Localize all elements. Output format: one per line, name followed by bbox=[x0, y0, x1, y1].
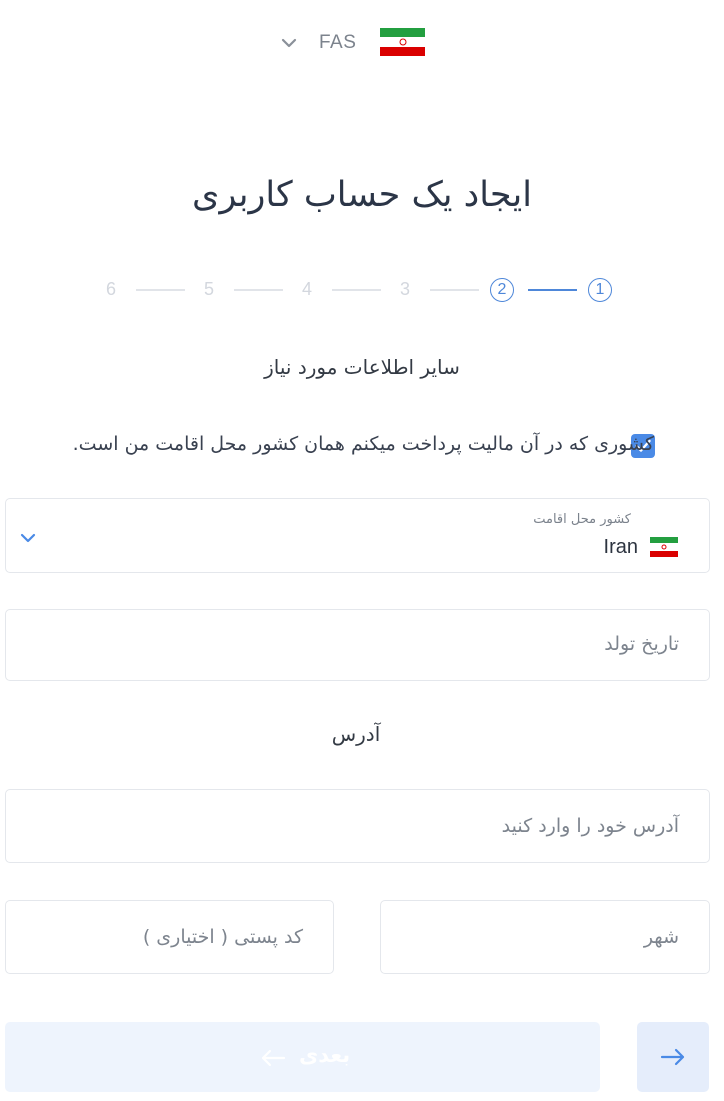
next-button[interactable]: بعدی bbox=[5, 1022, 600, 1092]
language-code: FAS bbox=[319, 32, 357, 53]
iran-flag-icon bbox=[650, 537, 678, 557]
address-field[interactable]: آدرس خود را وارد کنید bbox=[5, 789, 710, 863]
step-5: 5 bbox=[203, 279, 214, 299]
back-button[interactable] bbox=[637, 1022, 709, 1092]
address-placeholder: آدرس خود را وارد کنید bbox=[501, 815, 679, 837]
iran-flag-icon bbox=[380, 28, 425, 56]
chevron-down-icon bbox=[20, 529, 36, 548]
language-selector[interactable]: FAS bbox=[280, 26, 430, 62]
birth-date-field[interactable]: تاریخ تولد bbox=[5, 609, 710, 681]
address-section-label: آدرس bbox=[331, 722, 381, 746]
page-title: ایجاد یک حساب کاربری bbox=[192, 175, 532, 215]
postal-code-placeholder: کد پستی ( اختیاری ) bbox=[142, 926, 303, 948]
city-field[interactable]: شهر bbox=[380, 900, 710, 974]
tax-residence-label[interactable]: کشوری که در آن مالیت پرداخت میکنم همان ک… bbox=[0, 433, 654, 455]
step-2: 2 bbox=[490, 278, 514, 302]
step-connector bbox=[332, 289, 381, 291]
chevron-down-icon bbox=[280, 34, 298, 52]
city-placeholder: شهر bbox=[643, 926, 679, 948]
section-title: سایر اطلاعات مورد نیاز bbox=[264, 355, 460, 379]
step-connector bbox=[528, 289, 577, 291]
step-connector bbox=[234, 289, 283, 291]
step-connector bbox=[136, 289, 185, 291]
next-button-label: بعدی bbox=[299, 1043, 351, 1067]
country-value: Iran bbox=[603, 536, 638, 558]
step-connector bbox=[430, 289, 479, 291]
arrow-left-icon bbox=[260, 1048, 286, 1072]
birth-date-placeholder: تاریخ تولد bbox=[604, 633, 679, 655]
step-4: 4 bbox=[301, 279, 312, 299]
country-select[interactable]: کشور محل اقامت Iran bbox=[5, 498, 710, 573]
country-field-label: کشور محل اقامت bbox=[533, 512, 631, 527]
step-6: 6 bbox=[105, 279, 116, 299]
arrow-right-icon bbox=[660, 1048, 685, 1066]
step-3: 3 bbox=[399, 279, 410, 299]
postal-code-field[interactable]: کد پستی ( اختیاری ) bbox=[5, 900, 334, 974]
step-1: 1 bbox=[588, 278, 612, 302]
